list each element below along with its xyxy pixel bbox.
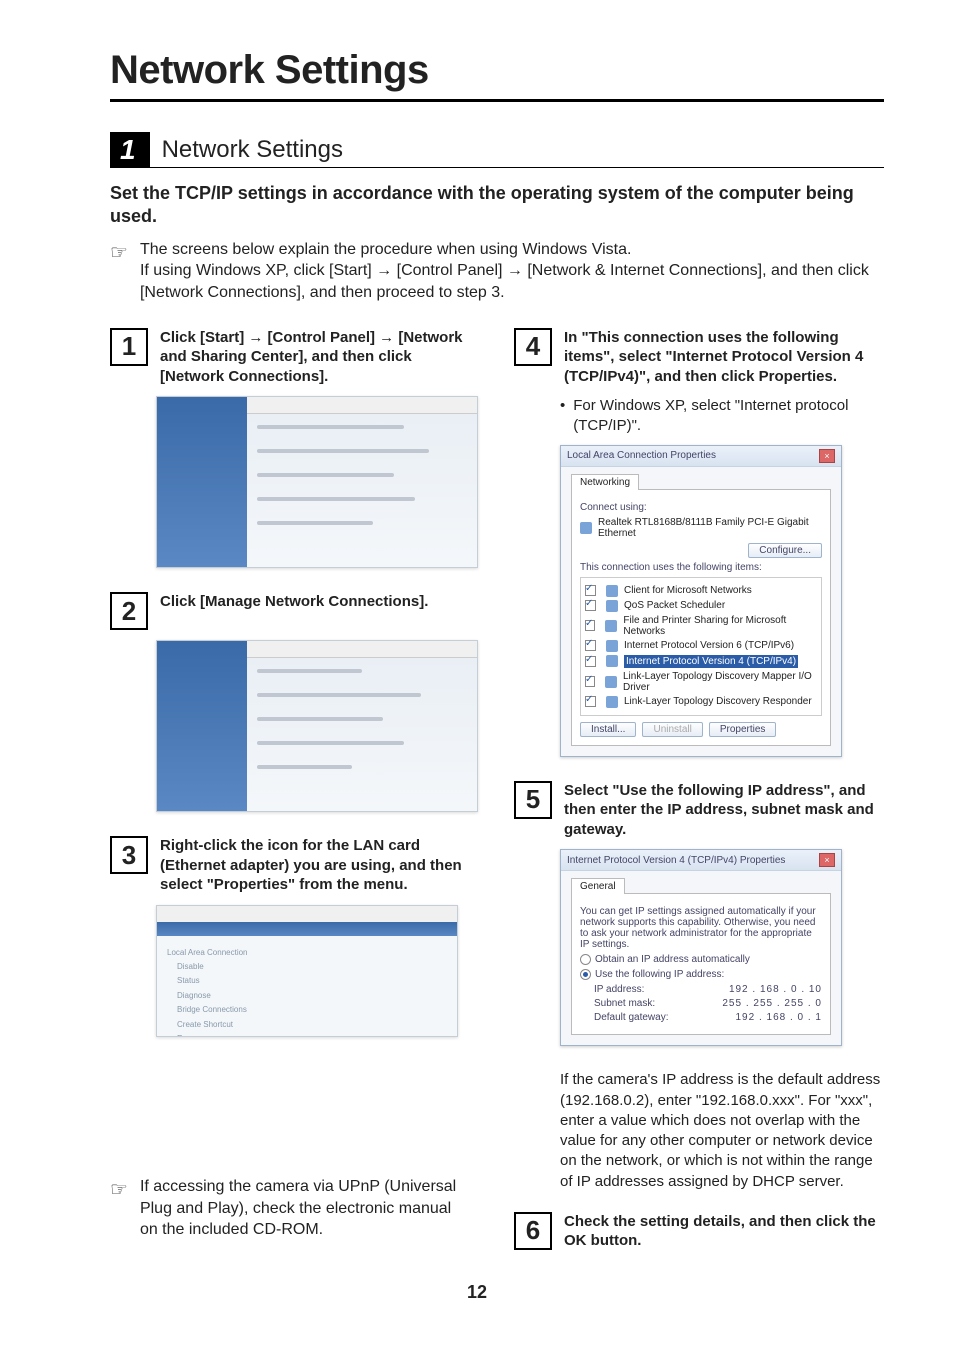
pointing-hand-icon: ☞: [110, 239, 128, 304]
properties-button: Properties: [709, 722, 777, 737]
checkbox-icon: [585, 696, 596, 707]
dlg4-item-1: QoS Packet Scheduler: [624, 600, 725, 611]
mask-label: Subnet mask:: [594, 998, 655, 1009]
gateway-label: Default gateway:: [594, 1012, 669, 1023]
dlg4-item-3: Internet Protocol Version 6 (TCP/IPv6): [624, 640, 794, 651]
close-icon: ×: [819, 853, 835, 867]
step-3: 3 Right-click the icon for the LAN card …: [110, 836, 480, 895]
dialog4-title: Local Area Connection Properties: [567, 450, 716, 461]
dlg4-item-4: Internet Protocol Version 4 (TCP/IPv4): [624, 655, 798, 668]
step-2: 2 Click [Manage Network Connections].: [110, 592, 480, 630]
dlg5-r1: Obtain an IP address automatically: [595, 954, 750, 965]
upnp-note-text: If accessing the camera via UPnP (Univer…: [140, 1176, 470, 1241]
adapter-icon: [580, 522, 592, 534]
pointing-hand-icon: ☞: [110, 1176, 128, 1241]
dialog4-tab: Networking: [571, 474, 639, 490]
dlg4-item-5: Link-Layer Topology Discovery Mapper I/O…: [623, 671, 817, 693]
dlg4-item-2: File and Printer Sharing for Microsoft N…: [623, 615, 817, 637]
mask-value: 255 . 255 . 255 . 0: [722, 998, 822, 1009]
section-subtitle: Set the TCP/IP settings in accordance wi…: [110, 182, 884, 229]
configure-button: Configure...: [748, 543, 822, 558]
close-icon: ×: [819, 449, 835, 463]
step-number-2: 2: [110, 592, 148, 630]
dlg5-blurb: You can get IP settings assigned automat…: [580, 906, 822, 950]
dlg4-uses-label: This connection uses the following items…: [580, 562, 822, 573]
checkbox-icon: [585, 600, 596, 611]
section-heading: 1 Network Settings: [110, 132, 884, 168]
right-column: 4 In "This connection uses the following…: [514, 328, 884, 1261]
step-4-bullet-text: For Windows XP, select "Internet protoco…: [573, 396, 884, 437]
step-number-4: 4: [514, 328, 552, 366]
step-4-bullet: • For Windows XP, select "Internet proto…: [560, 396, 884, 437]
step-1: 1 Click [Start] → [Control Panel] → [Net…: [110, 328, 480, 387]
dlg4-connect-label: Connect using:: [580, 502, 822, 513]
step-6: 6 Check the setting details, and then cl…: [514, 1212, 884, 1251]
dlg5-r2: Use the following IP address:: [595, 969, 724, 980]
step-5-paragraph: If the camera's IP address is the defaul…: [560, 1070, 884, 1192]
page-number: 12: [0, 1282, 954, 1303]
page-title: Network Settings: [110, 48, 884, 93]
checkbox-icon: [585, 656, 596, 667]
step-number-1: 1: [110, 328, 148, 366]
upnp-note: ☞ If accessing the camera via UPnP (Univ…: [110, 1176, 470, 1241]
uninstall-button: Uninstall: [642, 722, 702, 737]
step-1-text: Click [Start] → [Control Panel] → [Netwo…: [160, 328, 480, 387]
gateway-value: 192 . 168 . 0 . 1: [736, 1012, 823, 1023]
dlg4-item-0: Client for Microsoft Networks: [624, 585, 752, 596]
step-4-text: In "This connection uses the following i…: [564, 328, 884, 387]
screenshot-step-1: [156, 396, 478, 568]
checkbox-icon: [585, 585, 596, 596]
ip-value: 192 . 168 . 0 . 10: [729, 984, 822, 995]
left-column: 1 Click [Start] → [Control Panel] → [Net…: [110, 328, 480, 1261]
intro-note: ☞ The screens below explain the procedur…: [110, 239, 884, 304]
step-5: 5 Select "Use the following IP address",…: [514, 781, 884, 840]
intro-note-text: The screens below explain the procedure …: [140, 239, 884, 304]
install-button: Install...: [580, 722, 636, 737]
step-5-text: Select "Use the following IP address", a…: [564, 781, 884, 840]
radio-selected-icon: [580, 969, 591, 980]
dialog5-title: Internet Protocol Version 4 (TCP/IPv4) P…: [567, 855, 785, 866]
step-number-5: 5: [514, 781, 552, 819]
dialog-connection-properties: Local Area Connection Properties × Netwo…: [560, 445, 842, 757]
section-label: Network Settings: [150, 132, 884, 168]
screenshot-step-3: Local Area Connection Disable Status Dia…: [156, 905, 458, 1037]
checkbox-icon: [585, 640, 596, 651]
step-4: 4 In "This connection uses the following…: [514, 328, 884, 387]
step-3-text: Right-click the icon for the LAN card (E…: [160, 836, 480, 895]
ip-label: IP address:: [594, 984, 644, 995]
radio-icon: [580, 954, 591, 965]
dlg4-item-6: Link-Layer Topology Discovery Responder: [624, 696, 812, 707]
checkbox-icon: [585, 676, 595, 687]
dialog5-tab: General: [571, 878, 625, 894]
title-rule: [110, 99, 884, 102]
step-number-6: 6: [514, 1212, 552, 1250]
step-number-3: 3: [110, 836, 148, 874]
step-6-text: Check the setting details, and then clic…: [564, 1212, 884, 1251]
section-number: 1: [110, 132, 150, 168]
dialog-ipv4-properties: Internet Protocol Version 4 (TCP/IPv4) P…: [560, 849, 842, 1046]
dlg4-adapter: Realtek RTL8168B/8111B Family PCI-E Giga…: [598, 517, 822, 539]
screenshot-step-2: [156, 640, 478, 812]
step-2-text: Click [Manage Network Connections].: [160, 592, 428, 630]
checkbox-icon: [585, 620, 595, 631]
